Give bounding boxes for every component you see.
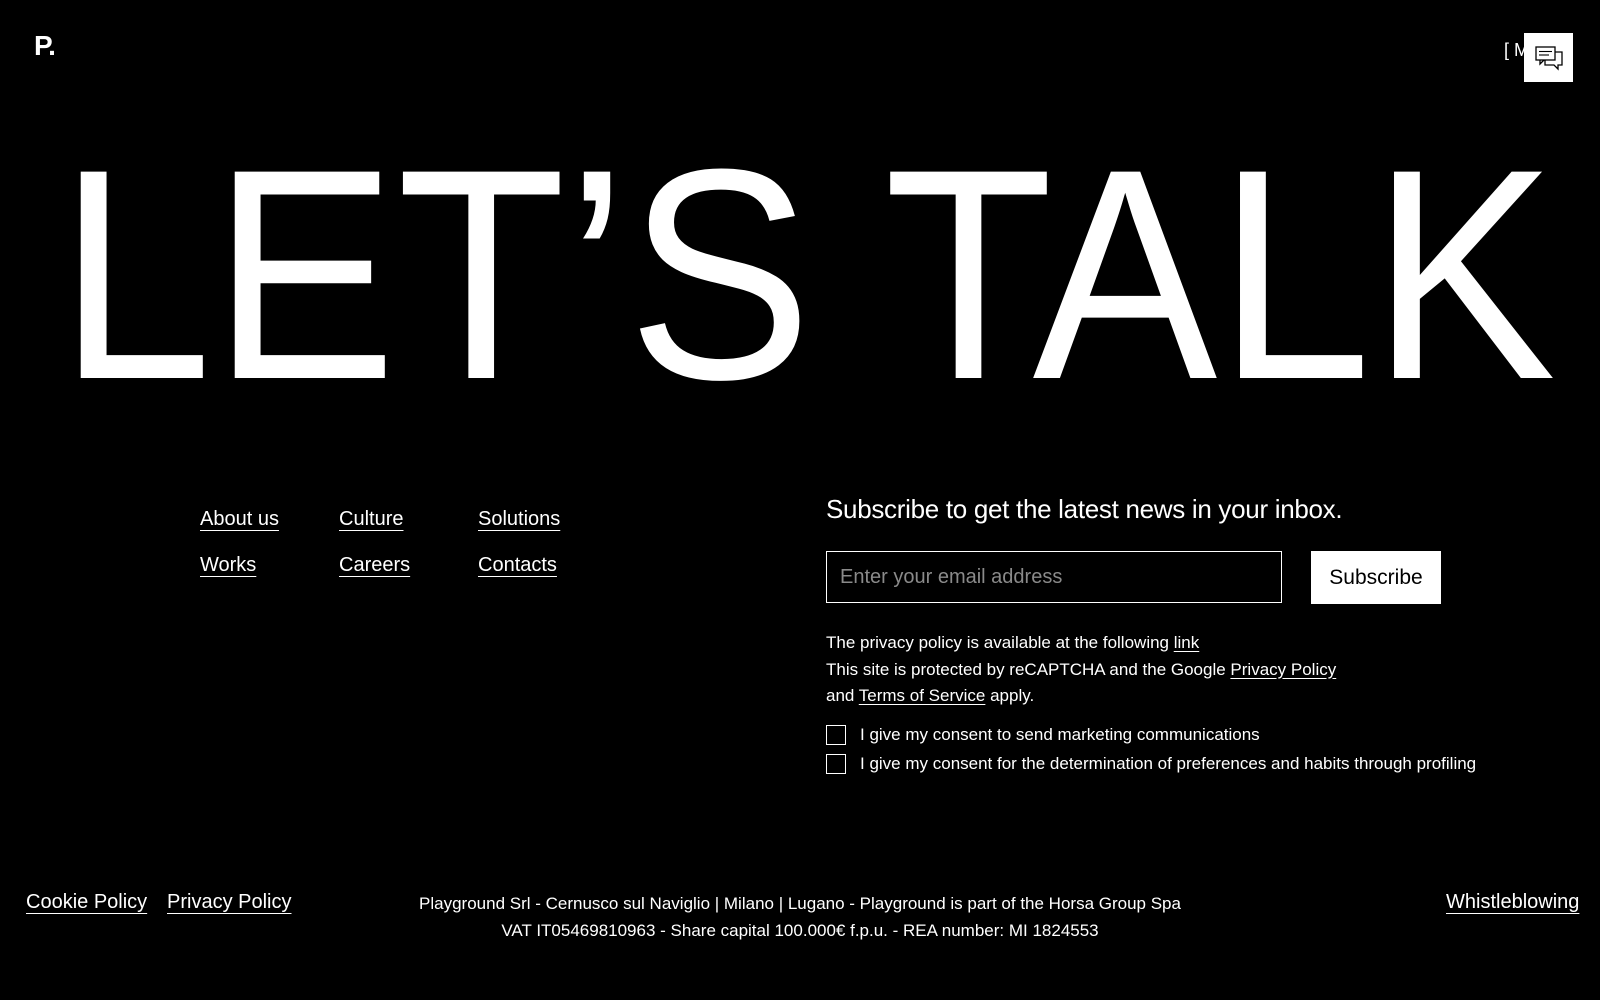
privacy-policy-link[interactable]: Privacy Policy: [167, 891, 291, 914]
nav-link-culture[interactable]: Culture: [339, 505, 478, 533]
nav-link-contacts[interactable]: Contacts: [478, 551, 617, 579]
google-privacy-policy-link[interactable]: Privacy Policy: [1230, 660, 1336, 679]
privacy-notice: The privacy policy is available at the f…: [826, 630, 1336, 710]
chat-button[interactable]: [1524, 33, 1573, 82]
consent-marketing-checkbox[interactable]: [826, 725, 846, 745]
cookie-policy-link[interactable]: Cookie Policy: [26, 891, 147, 914]
company-info: Playground Srl - Cernusco sul Naviglio |…: [400, 890, 1200, 944]
hero-title-svg: LET’S TALK: [58, 106, 1556, 430]
page: P. [ M LET’S TALK About us Culture Solut…: [0, 0, 1600, 1000]
nav-link-solutions[interactable]: Solutions: [478, 505, 617, 533]
footer-nav: About us Culture Solutions Works Careers…: [200, 505, 617, 579]
consent-profiling[interactable]: I give my consent for the determination …: [826, 754, 1476, 774]
privacy-link[interactable]: link: [1174, 633, 1200, 652]
nav-link-works[interactable]: Works: [200, 551, 339, 579]
nav-link-about-us[interactable]: About us: [200, 505, 339, 533]
company-info-line-2: VAT IT05469810963 - Share capital 100.00…: [501, 921, 1099, 940]
subscribe-button[interactable]: Subscribe: [1311, 551, 1441, 604]
privacy-line-2: This site is protected by reCAPTCHA and …: [826, 659, 1337, 679]
logo[interactable]: P.: [34, 30, 56, 62]
terms-of-service-link[interactable]: Terms of Service: [859, 686, 986, 705]
email-input[interactable]: [826, 551, 1282, 603]
nav-link-careers[interactable]: Careers: [339, 551, 478, 579]
hero-title-container: LET’S TALK: [58, 100, 1558, 430]
hero-title: LET’S TALK: [58, 106, 1556, 430]
chat-icon: [1534, 45, 1563, 71]
consent-marketing-label: I give my consent to send marketing comm…: [860, 725, 1260, 744]
subscribe-title: Subscribe to get the latest news in your…: [826, 494, 1343, 524]
consent-profiling-checkbox[interactable]: [826, 754, 846, 774]
whistleblowing-link[interactable]: Whistleblowing: [1446, 891, 1579, 914]
privacy-line-3: and Terms of Service apply.: [826, 686, 1035, 705]
company-info-line-1: Playground Srl - Cernusco sul Naviglio |…: [419, 894, 1181, 913]
consent-marketing[interactable]: I give my consent to send marketing comm…: [826, 725, 1260, 745]
privacy-line-1: The privacy policy is available at the f…: [826, 633, 1200, 652]
consent-profiling-label: I give my consent for the determination …: [860, 754, 1477, 773]
